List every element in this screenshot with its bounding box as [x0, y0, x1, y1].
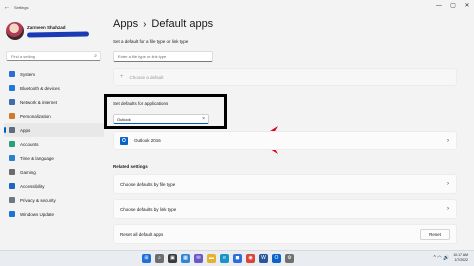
file-explorer-icon[interactable]: ▬: [207, 254, 216, 263]
brush-icon: [9, 113, 15, 119]
sidebar-item-label: Accounts: [20, 141, 39, 147]
sidebar-item-label: Apps: [20, 127, 31, 133]
sidebar-nav: System Bluetooth & devices Network & inter…: [4, 67, 104, 221]
sidebar-item-label: Windows Update: [20, 211, 55, 217]
plus-icon: +: [120, 74, 124, 80]
sidebar-item-bluetooth-devices[interactable]: Bluetooth & devices: [4, 81, 104, 95]
search-icon[interactable]: ⌕: [155, 254, 164, 263]
breadcrumb: Apps › Default apps: [113, 18, 213, 30]
clock-date: 1/7/2022: [454, 258, 468, 262]
row-label: Choose defaults by link type: [120, 206, 177, 212]
back-arrow-icon[interactable]: ←: [0, 4, 14, 11]
settings-gear-icon[interactable]: ⚙: [285, 254, 294, 263]
accounts-icon: [9, 141, 15, 147]
sidebar: Zarmeen Shahzad ⌕ System Bluetooth & devi…: [0, 14, 106, 250]
chevron-right-icon: ›: [447, 206, 449, 212]
sidebar-item-time-language[interactable]: Time & language: [4, 151, 104, 165]
app-search-input[interactable]: [117, 116, 197, 122]
sidebar-item-network-internet[interactable]: Network & internet: [4, 95, 104, 109]
sidebar-item-accessibility[interactable]: Accessibility: [4, 179, 104, 193]
sidebar-item-label: Network & internet: [20, 99, 58, 105]
chrome-icon[interactable]: ◉: [246, 254, 255, 263]
task-view-icon[interactable]: ▣: [168, 254, 177, 263]
sidebar-item-personalization[interactable]: Personalization: [4, 109, 104, 123]
window-title: Settings: [14, 4, 29, 10]
file-type-label: Set a default for a file type or link ty…: [113, 39, 189, 44]
word-icon[interactable]: W: [259, 254, 268, 263]
sidebar-item-accounts[interactable]: Accounts: [4, 137, 104, 151]
outlook-icon[interactable]: O: [272, 254, 281, 263]
system-icon: [9, 71, 15, 77]
accessibility-icon: [9, 183, 15, 189]
window-controls: — ▢ ✕: [432, 0, 474, 12]
widgets-icon[interactable]: ▦: [181, 254, 190, 263]
sidebar-item-label: Time & language: [20, 155, 54, 161]
sidebar-item-system[interactable]: System: [4, 67, 104, 81]
choose-default-label: Choose a default: [129, 74, 164, 80]
breadcrumb-separator: ›: [143, 18, 147, 30]
app-search-box[interactable]: ×: [113, 114, 209, 124]
system-tray: ^ ◠ 🔊 10:17 AM 1/7/2022: [433, 253, 468, 263]
reset-row-label: Reset all default apps: [120, 231, 164, 237]
sidebar-item-windows-update[interactable]: Windows Update: [4, 207, 104, 221]
edge-icon[interactable]: e: [220, 254, 229, 263]
profile-name: Zarmeen Shahzad: [27, 25, 66, 30]
tray-icons[interactable]: ^ ◠ 🔊: [433, 255, 449, 261]
settings-search-input[interactable]: [11, 53, 91, 59]
minimize-button[interactable]: —: [432, 0, 446, 12]
related-settings-label: Related settings: [113, 164, 148, 169]
file-type-input[interactable]: [113, 51, 213, 62]
sidebar-item-label: Personalization: [20, 113, 51, 119]
update-icon: [9, 211, 15, 217]
sidebar-item-label: Bluetooth & devices: [20, 85, 60, 91]
title-bar: ← Settings: [0, 0, 474, 14]
gaming-icon: [9, 169, 15, 175]
store-icon[interactable]: ◼: [233, 254, 242, 263]
page-title: Default apps: [151, 18, 214, 30]
chat-icon[interactable]: ✉: [194, 254, 203, 263]
app-result-outlook[interactable]: O Outlook 2016 ›: [113, 131, 457, 150]
taskbar: ⊞ ⌕ ▣ ▦ ✉ ▬ e ◼ ◉ W O ⚙ ^ ◠ 🔊 10:17 AM 1/7/2022: [0, 250, 474, 266]
start-icon[interactable]: ⊞: [142, 254, 151, 263]
sidebar-item-label: System: [20, 71, 36, 77]
search-icon[interactable]: ⌕: [94, 53, 97, 59]
taskbar-icons: ⊞ ⌕ ▣ ▦ ✉ ▬ e ◼ ◉ W O ⚙: [142, 254, 294, 263]
breadcrumb-apps[interactable]: Apps: [113, 18, 138, 30]
clear-icon[interactable]: ×: [202, 116, 205, 122]
avatar[interactable]: [6, 22, 24, 40]
apps-icon: [9, 127, 15, 133]
redaction-scribble: [26, 31, 90, 38]
outlook-app-icon: O: [120, 136, 128, 145]
sidebar-item-label: Gaming: [20, 169, 36, 175]
network-icon: [9, 99, 15, 105]
row-label: Choose defaults by file type: [120, 181, 176, 187]
sidebar-item-apps[interactable]: Apps: [4, 123, 104, 137]
app-result-name: Outlook 2016: [134, 138, 161, 143]
reset-button[interactable]: Reset: [420, 229, 450, 240]
settings-search-box[interactable]: ⌕: [6, 51, 101, 61]
defaults-by-link-type-row[interactable]: Choose defaults by link type ›: [113, 199, 457, 219]
apps-defaults-label: Set defaults for applications: [113, 101, 169, 106]
sidebar-item-gaming[interactable]: Gaming: [4, 165, 104, 179]
sidebar-item-privacy-security[interactable]: Privacy & security: [4, 193, 104, 207]
close-button[interactable]: ✕: [460, 0, 474, 12]
globe-clock-icon: [9, 155, 15, 161]
choose-default-card: + Choose a default: [113, 68, 457, 86]
maximize-button[interactable]: ▢: [446, 0, 460, 12]
sidebar-item-label: Privacy & security: [20, 197, 56, 203]
defaults-by-file-type-row[interactable]: Choose defaults by file type ›: [113, 174, 457, 194]
reset-defaults-row: Reset all default apps Reset: [113, 224, 457, 244]
chevron-right-icon: ›: [447, 137, 449, 144]
chevron-right-icon: ›: [447, 181, 449, 187]
shield-icon: [9, 197, 15, 203]
sidebar-item-label: Accessibility: [20, 183, 45, 189]
clock[interactable]: 10:17 AM 1/7/2022: [453, 253, 468, 263]
bluetooth-icon: [9, 85, 15, 91]
